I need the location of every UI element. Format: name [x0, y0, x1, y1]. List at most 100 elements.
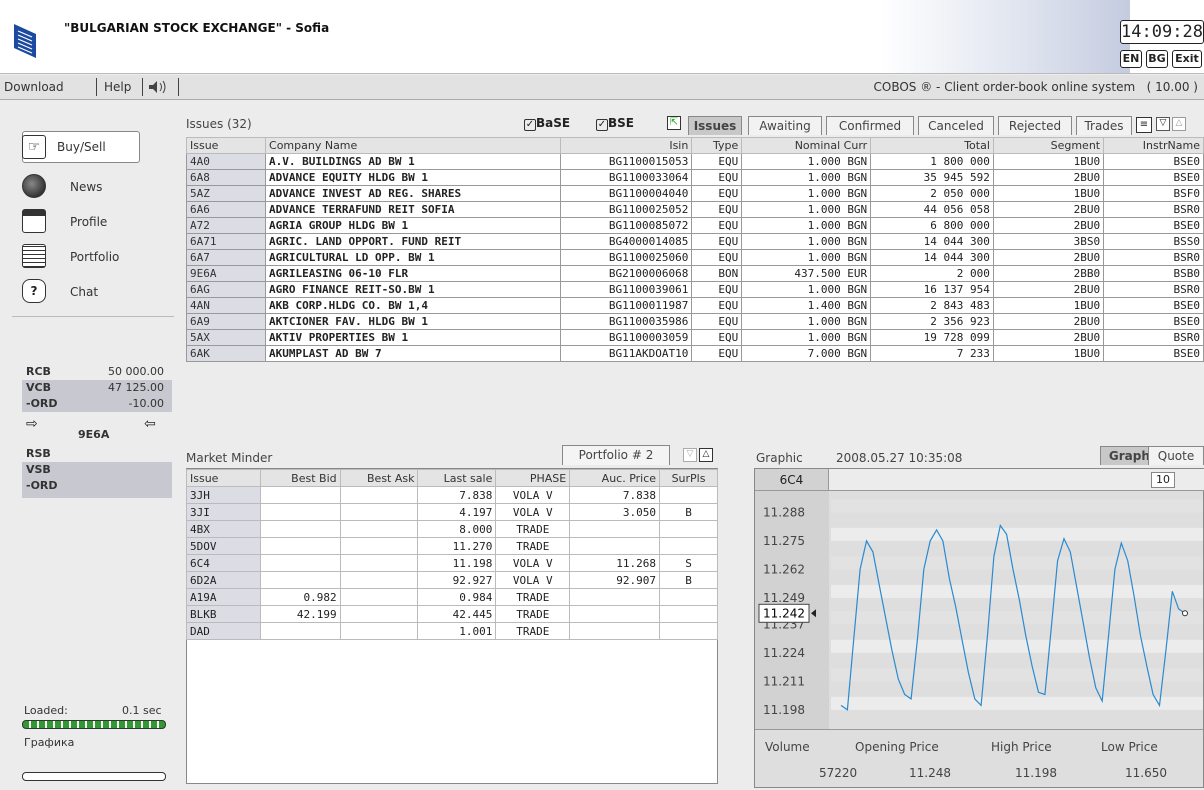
graphic-panel: 6C4 10 11.288 11.275 11.262 11.249 11.237 11.… — [754, 468, 1204, 788]
col-company[interactable]: Company Name — [265, 137, 562, 154]
nav-profile[interactable]: Profile — [22, 207, 144, 239]
cell: ADVANCE TERRAFUND REIT SOFIA — [265, 201, 562, 218]
cell: B — [659, 503, 718, 521]
grid-band — [831, 499, 1203, 513]
nav-chat[interactable]: ? Chat — [22, 277, 144, 309]
table-row[interactable]: DAD 1.001 TRADE — [186, 622, 718, 640]
cell: 7.838 — [569, 486, 661, 504]
cell: 3BS0 — [992, 233, 1105, 250]
tab-confirmed[interactable]: Confirmed — [826, 116, 914, 135]
exit-button[interactable]: Exit — [1172, 50, 1202, 68]
cell: BG1100025052 — [560, 201, 693, 218]
table-row[interactable]: 6AK AKUMPLAST AD BW 7 BG11AKDOAT10 EQU 7.000… — [185, 345, 1204, 362]
graphic-toolbar — [829, 469, 1204, 491]
tab-rejected[interactable]: Rejected — [998, 116, 1072, 135]
table-row[interactable]: 6A71 AGRIC. LAND OPPORT. FUND REIT BG40000… — [185, 233, 1204, 250]
col-best-bid[interactable]: Best Bid — [259, 469, 341, 487]
col-last-sale[interactable]: Last sale — [417, 469, 497, 487]
list-icon[interactable]: ≡ — [1136, 117, 1152, 133]
table-row[interactable]: 6A7 AGRICULTURAL LD OPP. BW 1 BG1100025060… — [185, 249, 1204, 266]
nav-news-label: News — [70, 180, 103, 194]
cell: TRADE — [495, 588, 571, 606]
cell — [259, 486, 341, 504]
cell: 3JI — [186, 503, 261, 521]
cell: 4A0 — [185, 153, 267, 170]
table-row[interactable]: 3JI 4.197 VOLA V 3.050 B — [186, 503, 718, 521]
lang-en-button[interactable]: EN — [1120, 50, 1142, 68]
tab-canceled[interactable]: Canceled — [918, 116, 994, 135]
table-row[interactable]: 6C4 11.198 VOLA V 11.268 S — [186, 554, 718, 572]
nav-portfolio[interactable]: Portfolio — [22, 242, 144, 274]
maximize-icon[interactable]: △ — [699, 448, 713, 462]
col-phase[interactable]: PHASE — [495, 469, 571, 487]
col-total[interactable]: Total — [870, 137, 994, 154]
table-row[interactable]: 4AN AKB CORP.HLDG CO. BW 1,4 BG1100011987 E… — [185, 297, 1204, 314]
tab-trades[interactable]: Trades — [1076, 116, 1132, 135]
tab-quote[interactable]: Quote — [1148, 446, 1204, 465]
menu-help[interactable]: Help — [104, 80, 131, 94]
col-instr[interactable]: InstrName — [1103, 137, 1204, 154]
sound-icon[interactable] — [148, 80, 168, 94]
col-surpls[interactable]: SurPls — [659, 469, 718, 487]
arrow-right-icon[interactable]: ⇨ — [26, 416, 38, 432]
refresh-icon[interactable]: ⇱ — [667, 116, 681, 130]
graphic-title: Graphic — [756, 451, 803, 465]
col-nominal[interactable]: Nominal Curr — [741, 137, 872, 154]
cell: 5DOV — [186, 537, 261, 555]
collapse-icon[interactable]: ▽ — [683, 448, 697, 462]
col-best-ask[interactable]: Best Ask — [339, 469, 419, 487]
table-row[interactable]: 5AX AKTIV PROPERTIES BW 1 BG1100003059 EQU 1… — [185, 329, 1204, 346]
loaded-label: Loaded: — [24, 704, 68, 717]
arrow-left-icon[interactable]: ⇦ — [144, 416, 156, 432]
table-row[interactable]: 4A0 A.V. BUILDINGS AD BW 1 BG1100015053 EQU… — [185, 153, 1204, 170]
col-issue[interactable]: Issue — [185, 137, 267, 154]
cell: EQU — [691, 345, 743, 362]
table-row[interactable]: 5DOV 11.270 TRADE — [186, 537, 718, 555]
portfolio-tab[interactable]: Portfolio # 2 — [562, 445, 670, 465]
cell: EQU — [691, 233, 743, 250]
table-row[interactable]: 6D2A 92.927 VOLA V 92.907 B — [186, 571, 718, 589]
table-row[interactable]: 6A9 AKTCIONER FAV. HLDG BW 1 BG1100035986 E… — [185, 313, 1204, 330]
table-row[interactable]: 6A6 ADVANCE TERRAFUND REIT SOFIA BG1100025… — [185, 201, 1204, 218]
nav-news[interactable]: News — [22, 172, 144, 204]
y-tick-label: 11.198 — [763, 703, 805, 717]
y-tick-label: 11.211 — [763, 674, 805, 688]
col-type[interactable]: Type — [691, 137, 743, 154]
cell: EQU — [691, 169, 743, 186]
cell: 7.838 — [417, 486, 497, 504]
table-row[interactable]: 4BX 8.000 TRADE — [186, 520, 718, 538]
stat-ord: -ORD -10.00 — [22, 396, 172, 412]
filter-bse[interactable]: ✓ BSE — [596, 116, 634, 131]
interval-input[interactable]: 10 — [1151, 472, 1175, 488]
cell: BSF0 — [1103, 185, 1204, 202]
collapse-icon[interactable]: ▽ — [1156, 117, 1170, 131]
menu-download[interactable]: Download — [4, 80, 64, 94]
cell: AKTIV PROPERTIES BW 1 — [265, 329, 562, 346]
col-auc-price[interactable]: Auc. Price — [569, 469, 661, 487]
cell: 1BU0 — [992, 153, 1105, 170]
tab-awaiting[interactable]: Awaiting — [748, 116, 822, 135]
table-row[interactable]: 3JH 7.838 VOLA V 7.838 — [186, 486, 718, 504]
table-row[interactable]: 5AZ ADVANCE INVEST AD REG. SHARES BG110000… — [185, 185, 1204, 202]
cell: AGRILEASING 06-10 FLR — [265, 265, 562, 282]
table-row[interactable]: A19A 0.982 0.984 TRADE — [186, 588, 718, 606]
cell: 5AX — [185, 329, 267, 346]
table-row[interactable]: 6AG AGRO FINANCE REIT-SO.BW 1 BG1100039061… — [185, 281, 1204, 298]
col-segment[interactable]: Segment — [992, 137, 1105, 154]
volume-label: Volume — [765, 740, 810, 754]
nav-buy-sell[interactable]: ☞ Buy/Sell — [22, 131, 140, 163]
lang-bg-button[interactable]: BG — [1146, 50, 1168, 68]
cell — [339, 486, 419, 504]
col-isin[interactable]: Isin — [560, 137, 693, 154]
tab-issues[interactable]: Issues — [688, 116, 742, 135]
table-row[interactable]: A72 AGRIA GROUP HLDG BW 1 BG1100085072 EQU 1… — [185, 217, 1204, 234]
maximize-icon[interactable]: △ — [1172, 117, 1186, 131]
cell — [569, 520, 661, 538]
cell: BSE0 — [1103, 217, 1204, 234]
table-row[interactable]: BLKB 42.199 42.445 TRADE — [186, 605, 718, 623]
table-row[interactable]: 9E6A AGRILEASING 06-10 FLR BG2100006068 BON… — [185, 265, 1204, 282]
filter-base[interactable]: ✓ BaSE — [524, 116, 570, 131]
issues-table: Issue Company Name Isin Type Nominal Cur… — [185, 137, 1204, 362]
col-issue[interactable]: Issue — [186, 469, 261, 487]
table-row[interactable]: 6A8 ADVANCE EQUITY HLDG BW 1 BG1100033064 E… — [185, 169, 1204, 186]
